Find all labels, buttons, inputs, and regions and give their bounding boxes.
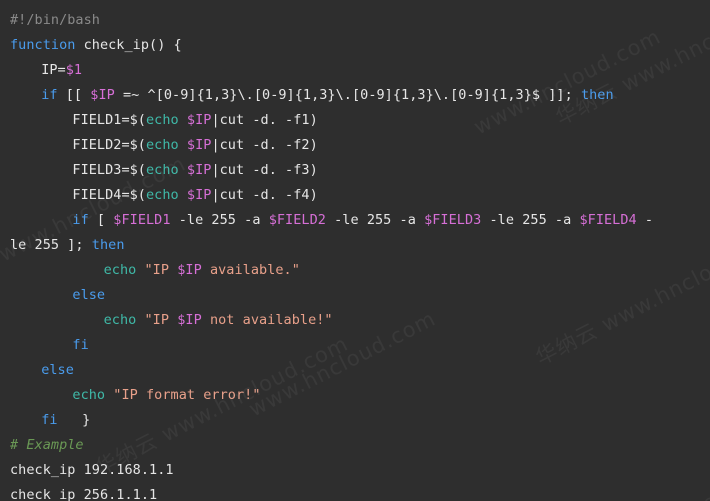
code-line[interactable]: check_ip 192.168.1.1 bbox=[0, 458, 710, 483]
code-token-var: $IP bbox=[90, 87, 115, 103]
code-line[interactable]: IP=$1 bbox=[0, 58, 710, 83]
code-line[interactable]: if [[ $IP =~ ^[0-9]{1,3}\.[0-9]{1,3}\.[0… bbox=[0, 83, 710, 108]
code-token-var: $IP bbox=[186, 137, 212, 153]
code-token-string: "IP bbox=[144, 312, 178, 328]
code-token-keyword: if bbox=[41, 87, 58, 103]
code-line[interactable]: echo "IP $IP available." bbox=[0, 258, 710, 283]
code-token-keyword: else bbox=[41, 362, 74, 378]
code-token-var: $IP bbox=[186, 112, 212, 128]
code-line[interactable]: FIELD4=$(echo $IP|cut -d. -f4) bbox=[0, 183, 710, 208]
code-token-var: $FIELD3 bbox=[424, 212, 482, 228]
code-token-var: $FIELD1 bbox=[113, 212, 171, 228]
code-token-var: $IP bbox=[186, 187, 212, 203]
code-token-plain: |cut -d. -f1) bbox=[211, 112, 318, 128]
code-token-comment: #!/bin/bash bbox=[10, 12, 100, 28]
code-token-plain: =~ ^[0-9]{1,3}\.[0-9]{1,3}\.[0-9]{1,3}\.… bbox=[114, 87, 581, 103]
code-line[interactable]: # Example bbox=[0, 433, 710, 458]
code-token-plain: |cut -d. -f4) bbox=[211, 187, 318, 203]
code-token-keyword: then bbox=[580, 87, 614, 103]
code-line[interactable]: check_ip 256.1.1.1 bbox=[0, 483, 710, 501]
code-line[interactable]: FIELD1=$(echo $IP|cut -d. -f1) bbox=[0, 108, 710, 133]
code-token-plain: FIELD1=$( bbox=[72, 112, 146, 128]
code-line[interactable]: if [ $FIELD1 -le 255 -a $FIELD2 -le 255 … bbox=[0, 208, 710, 233]
code-token-string: "IP format error!" bbox=[113, 387, 261, 403]
code-token-plain: IP= bbox=[41, 62, 66, 78]
code-token-func: echo bbox=[146, 137, 179, 153]
code-token-string: available." bbox=[201, 262, 300, 278]
code-token-string: "IP bbox=[144, 262, 178, 278]
code-token-func: echo bbox=[146, 112, 179, 128]
code-line[interactable]: function check_ip() { bbox=[0, 33, 710, 58]
code-token-var: $IP bbox=[177, 312, 202, 328]
code-token-plain: FIELD3=$( bbox=[72, 162, 146, 178]
code-token-func: echo bbox=[103, 312, 137, 328]
code-token-keyword: else bbox=[72, 287, 106, 303]
code-token-plain: [ bbox=[88, 212, 114, 228]
code-token-var: $IP bbox=[177, 262, 202, 278]
code-token-func: echo bbox=[103, 262, 137, 278]
code-token-var: $1 bbox=[65, 62, 83, 78]
code-line[interactable]: fi } bbox=[0, 408, 710, 433]
code-token-var: $FIELD2 bbox=[268, 212, 326, 228]
code-token-func: echo bbox=[72, 387, 106, 403]
code-viewer[interactable]: #!/bin/bash function check_ip() {IP=$1 if … bbox=[0, 0, 710, 501]
code-line[interactable]: else bbox=[0, 358, 710, 383]
code-token-plain: |cut -d. -f2) bbox=[211, 137, 318, 153]
code-token-var: $IP bbox=[186, 162, 212, 178]
code-line[interactable]: #!/bin/bash bbox=[0, 8, 710, 33]
code-token-plain: } bbox=[57, 412, 91, 428]
code-token-func: echo bbox=[146, 162, 179, 178]
code-line[interactable]: echo "IP $IP not available!" bbox=[0, 308, 710, 333]
code-token-comment2: # Example bbox=[10, 437, 84, 453]
code-token-plain: check_ip 256.1.1.1 bbox=[10, 487, 158, 501]
code-token-plain: le 255 ]; bbox=[10, 237, 92, 253]
code-token-plain: check_ip 192.168.1.1 bbox=[10, 462, 174, 478]
code-token-keyword: fi bbox=[41, 412, 58, 428]
code-content[interactable]: #!/bin/bash function check_ip() {IP=$1 if … bbox=[0, 0, 710, 501]
code-line[interactable]: else bbox=[0, 283, 710, 308]
code-token-plain: |cut -d. -f3) bbox=[211, 162, 318, 178]
code-line[interactable]: FIELD3=$(echo $IP|cut -d. -f3) bbox=[0, 158, 710, 183]
code-token-plain: -le 255 -a bbox=[481, 212, 580, 228]
code-line[interactable]: le 255 ]; then bbox=[0, 233, 710, 258]
code-token-var: $FIELD4 bbox=[579, 212, 637, 228]
code-token-plain: FIELD4=$( bbox=[72, 187, 146, 203]
code-token-keyword: if bbox=[72, 212, 89, 228]
code-token-keyword: function bbox=[10, 37, 76, 53]
code-token-keyword: fi bbox=[72, 337, 89, 353]
code-token-plain: - bbox=[636, 212, 654, 228]
code-token-plain: FIELD2=$( bbox=[72, 137, 146, 153]
code-token-keyword: then bbox=[91, 237, 125, 253]
code-token-plain: check_ip() { bbox=[75, 37, 182, 53]
code-token-plain: -le 255 -a bbox=[325, 212, 425, 228]
code-line[interactable]: FIELD2=$(echo $IP|cut -d. -f2) bbox=[0, 133, 710, 158]
code-token-string: not available!" bbox=[201, 312, 333, 328]
code-line[interactable]: fi bbox=[0, 333, 710, 358]
code-line[interactable]: echo "IP format error!" bbox=[0, 383, 710, 408]
code-token-plain: -le 255 -a bbox=[170, 212, 269, 228]
code-token-plain: [[ bbox=[57, 87, 91, 103]
code-token-func: echo bbox=[146, 187, 179, 203]
